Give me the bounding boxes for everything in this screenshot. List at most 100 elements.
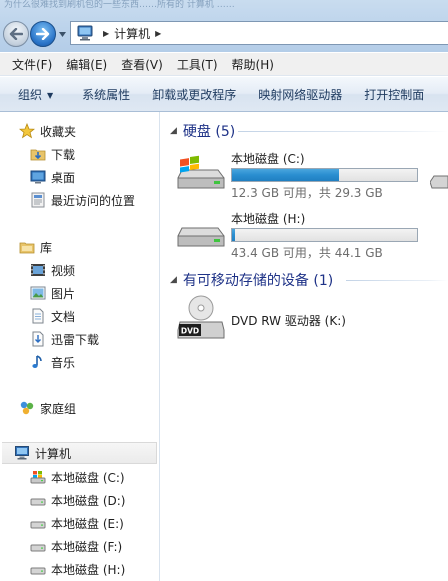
computer-icon: [15, 446, 29, 460]
nav-item-music[interactable]: 音乐: [0, 351, 159, 373]
hard-drive-icon: [177, 227, 225, 247]
nav-item-pictures[interactable]: 图片: [0, 282, 159, 304]
group-divider: [238, 131, 448, 132]
nav-item-drive-d[interactable]: 本地磁盘 (D:): [0, 489, 159, 511]
menu-help[interactable]: 帮助(H): [232, 56, 274, 73]
collapse-triangle-icon[interactable]: ◢: [170, 275, 177, 285]
address-bar[interactable]: ▶ 计算机 ▶: [70, 21, 448, 45]
system-drive-icon: [30, 471, 46, 484]
dvd-drive-icon: DVD: [177, 295, 225, 339]
back-button[interactable]: [3, 21, 29, 47]
group-title: 硬盘 (5): [182, 124, 236, 140]
hard-drive-icon: [30, 521, 46, 529]
content-pane: ◢ 硬盘 (5) 本地磁盘 (C:) 12.3 GB 可用，共 29.3 GB: [160, 112, 448, 581]
nav-computer-label: 计算机: [35, 446, 72, 461]
group-header-hard-disks[interactable]: ◢ 硬盘 (5): [170, 121, 235, 141]
menu-tools[interactable]: 工具(T): [177, 56, 218, 73]
drive-usage-bar: [231, 228, 418, 242]
nav-item-label: 迅雷下载: [51, 332, 100, 347]
open-control-panel-button[interactable]: 打开控制面: [353, 86, 435, 103]
nav-libraries-label: 库: [40, 240, 53, 255]
organize-label: 组织: [18, 87, 43, 102]
library-icon: [19, 242, 35, 254]
dvd-drive-tile[interactable]: DVD DVD RW 驱动器 (K:): [176, 294, 448, 342]
nav-item-label: 下载: [51, 147, 76, 162]
menu-edit[interactable]: 编辑(E): [66, 56, 107, 73]
homegroup-icon: [20, 401, 34, 415]
nav-item-drive-e[interactable]: 本地磁盘 (E:): [0, 512, 159, 534]
command-bar: 组织 ▼ 系统属性 卸载或更改程序 映射网络驱动器 打开控制面: [0, 77, 448, 112]
nav-item-label: 本地磁盘 (C:): [51, 470, 125, 485]
drive-name: 本地磁盘 (C:): [231, 152, 305, 166]
window-titlebar: 为什么很难找到刷机包的一些东西……所有的 计算机 …… ▶ 计算机 ▶: [0, 0, 448, 52]
breadcrumb-computer[interactable]: 计算机: [114, 25, 150, 42]
drive-usage-fill: [232, 229, 235, 241]
menu-file[interactable]: 文件(F): [12, 56, 52, 73]
forward-button[interactable]: [30, 21, 56, 47]
nav-item-thunder-downloads[interactable]: 迅雷下载: [0, 328, 159, 350]
group-header-removable[interactable]: ◢ 有可移动存储的设备 (1): [170, 270, 333, 290]
nav-item-drive-c[interactable]: 本地磁盘 (C:): [0, 466, 159, 488]
system-properties-button[interactable]: 系统属性: [71, 86, 141, 103]
hard-drive-icon[interactable]: [430, 170, 448, 192]
downloads-folder-icon: [32, 331, 44, 347]
chevron-down-icon: ▼: [47, 90, 54, 100]
nav-item-documents[interactable]: 文档: [0, 305, 159, 327]
nav-item-label: 视频: [51, 263, 76, 278]
downloads-folder-icon: [30, 149, 46, 161]
dvd-logo-text: DVD: [181, 327, 199, 336]
nav-item-videos[interactable]: 视频: [0, 259, 159, 281]
drive-usage-fill: [232, 169, 340, 181]
nav-item-recent-places[interactable]: 最近访问的位置: [0, 189, 159, 211]
map-network-drive-button[interactable]: 映射网络驱动器: [247, 86, 353, 103]
hard-drive-icon: [30, 567, 46, 575]
hard-drive-icon: [30, 544, 46, 552]
drive-name: DVD RW 驱动器 (K:): [231, 314, 346, 328]
computer-icon: [77, 25, 93, 41]
chevron-down-icon[interactable]: [58, 30, 67, 39]
arrow-right-icon: [36, 28, 50, 40]
nav-favorites[interactable]: 收藏夹: [0, 120, 159, 142]
nav-item-drive-h[interactable]: 本地磁盘 (H:): [0, 558, 159, 580]
group-title: 有可移动存储的设备 (1): [182, 273, 334, 289]
menu-view[interactable]: 查看(V): [121, 56, 163, 73]
music-note-icon: [32, 355, 42, 368]
nav-item-label: 桌面: [51, 170, 76, 185]
picture-icon: [30, 286, 46, 300]
drive-tile-h[interactable]: 本地磁盘 (H:) 43.4 GB 可用，共 44.1 GB: [176, 210, 448, 260]
nav-libraries[interactable]: 库: [0, 236, 159, 258]
nav-item-label: 最近访问的位置: [51, 193, 136, 208]
drive-free-space: 12.3 GB 可用，共 29.3 GB: [231, 186, 383, 200]
nav-item-label: 图片: [51, 286, 76, 301]
nav-homegroup-label: 家庭组: [40, 401, 77, 416]
nav-homegroup[interactable]: 家庭组: [0, 397, 159, 419]
nav-item-drive-f[interactable]: 本地磁盘 (F:): [0, 535, 159, 557]
nav-item-label: 音乐: [51, 355, 76, 370]
nav-item-label: 本地磁盘 (H:): [51, 562, 126, 577]
desktop-icon: [30, 170, 46, 184]
navigation-pane: 收藏夹 下载 桌面 最近访问的位置 库 视频 图片 文档 迅雷下载 音乐 家庭组…: [0, 112, 160, 581]
system-drive-icon: [177, 155, 225, 189]
nav-favorites-label: 收藏夹: [40, 124, 77, 139]
nav-item-label: 本地磁盘 (F:): [51, 539, 123, 554]
star-icon: [19, 123, 35, 139]
collapse-triangle-icon[interactable]: ◢: [170, 126, 177, 136]
nav-item-downloads[interactable]: 下载: [0, 143, 159, 165]
hard-drive-icon: [30, 498, 46, 506]
breadcrumb-separator-icon[interactable]: ▶: [103, 29, 109, 38]
nav-item-label: 文档: [51, 309, 76, 324]
drive-name: 本地磁盘 (H:): [231, 212, 306, 226]
arrow-left-icon: [9, 28, 23, 40]
window-title: 为什么很难找到刷机包的一些东西……所有的 计算机 ……: [4, 0, 235, 10]
breadcrumb-separator-icon[interactable]: ▶: [155, 29, 161, 38]
organize-button[interactable]: 组织 ▼: [0, 86, 71, 103]
nav-item-label: 本地磁盘 (D:): [51, 493, 126, 508]
uninstall-program-button[interactable]: 卸载或更改程序: [141, 86, 247, 103]
nav-computer[interactable]: 计算机: [2, 442, 157, 464]
video-icon: [31, 264, 45, 276]
document-icon: [32, 308, 44, 324]
nav-item-label: 本地磁盘 (E:): [51, 516, 124, 531]
nav-item-desktop[interactable]: 桌面: [0, 166, 159, 188]
drive-free-space: 43.4 GB 可用，共 44.1 GB: [231, 246, 383, 260]
drive-tile-c[interactable]: 本地磁盘 (C:) 12.3 GB 可用，共 29.3 GB: [176, 148, 448, 200]
